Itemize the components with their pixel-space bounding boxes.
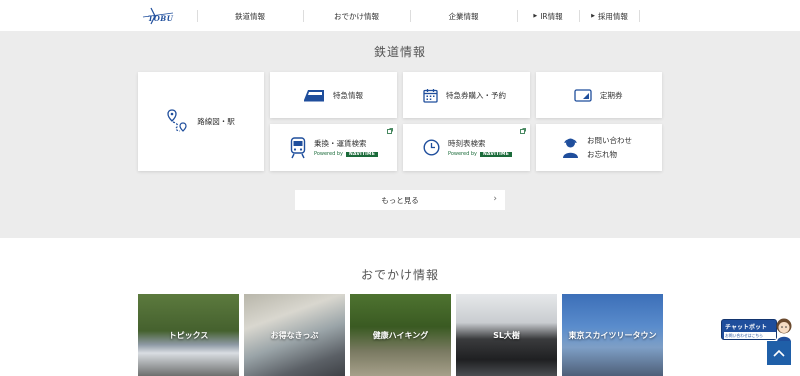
photo-card-skytree-town[interactable]: 東京スカイツリータウン: [562, 294, 663, 376]
navitime-credit: Powered by NAVITIME: [314, 151, 378, 157]
photo-caption: SL大樹: [493, 330, 520, 340]
site-header: TOBU 鉄道情報 おでかけ情報 企業情報 ▶ IR情報 ▶ 採用情報: [0, 0, 800, 31]
commuter-pass-card[interactable]: 定期券: [536, 72, 662, 118]
nav-corporate-label: 企業情報: [448, 11, 479, 21]
nav-railway-label: 鉄道情報: [235, 11, 265, 21]
logo-text: TOBU: [148, 14, 174, 23]
chatbot-button[interactable]: チャットボット お問い合わせはこちら: [721, 319, 777, 340]
photo-card-deals[interactable]: お得なきっぷ: [244, 294, 345, 376]
nav-ir[interactable]: ▶ IR情報: [517, 8, 579, 24]
triangle-right-icon: ▶: [533, 13, 538, 19]
tobu-logo[interactable]: TOBU: [141, 6, 175, 26]
chatbot-subtitle: お問い合わせはこちら: [724, 332, 776, 339]
limited-express-ticket-label: 特急券購入・予約: [446, 90, 506, 100]
railway-section-title: 鉄道情報: [373, 45, 426, 59]
more-button[interactable]: もっと見る ›: [295, 190, 505, 210]
nav-outing[interactable]: おでかけ情報: [303, 8, 410, 24]
photo-card-hiking[interactable]: 健康ハイキング: [350, 294, 451, 376]
nav-corporate[interactable]: 企業情報: [410, 8, 517, 24]
contact-card[interactable]: お問い合わせ お忘れ物: [536, 124, 662, 171]
back-to-top-button[interactable]: [767, 341, 791, 365]
route-map-icon: [167, 108, 189, 135]
commuter-pass-label: 定期券: [600, 90, 623, 100]
photo-caption: お得なきっぷ: [270, 330, 319, 340]
external-link-icon: [520, 128, 526, 134]
route-map-card[interactable]: 路線図・駅: [138, 72, 264, 171]
more-label: もっと見る: [381, 195, 419, 205]
contact-text: お問い合わせ お忘れ物: [587, 135, 632, 160]
nav-outing-label: おでかけ情報: [334, 11, 379, 21]
external-link-icon: [387, 128, 393, 134]
contact-label: お問い合わせ: [587, 136, 632, 145]
chevron-up-icon: [773, 349, 785, 357]
photo-card-sl-taiju[interactable]: SL大樹: [456, 294, 557, 376]
nav-recruit[interactable]: ▶ 採用情報: [579, 8, 640, 24]
transfer-search-card[interactable]: 乗換・運賃検索 Powered by NAVITIME: [270, 124, 397, 171]
lost-items-label: お忘れ物: [587, 150, 617, 159]
limited-express-ticket-card[interactable]: 特急券購入・予約: [403, 72, 530, 118]
transfer-search-label: 乗換・運賃検索: [314, 139, 367, 148]
nav-ir-label: IR情報: [540, 11, 563, 21]
photo-caption: 健康ハイキング: [372, 330, 429, 340]
operator-icon: [562, 137, 579, 159]
transfer-search-text: 乗換・運賃検索 Powered by NAVITIME: [314, 138, 378, 157]
pass-card-icon: [574, 88, 592, 102]
train-front-icon: [290, 136, 306, 159]
timetable-search-card[interactable]: 時刻表検索 Powered by NAVITIME: [403, 124, 530, 171]
photo-card-topics[interactable]: トピックス: [138, 294, 239, 376]
limited-express-label: 特急情報: [333, 90, 363, 100]
nav-recruit-label: 採用情報: [597, 11, 628, 21]
navitime-logo: NAVITIME: [479, 151, 512, 157]
triangle-right-icon: ▶: [591, 13, 595, 19]
chevron-right-icon: ›: [493, 194, 497, 204]
timetable-search-label: 時刻表検索: [448, 139, 486, 148]
navitime-credit: Powered by NAVITIME: [448, 151, 512, 157]
photo-caption: トピックス: [168, 330, 209, 340]
chatbot-title: チャットボット: [725, 324, 767, 331]
nav-railway[interactable]: 鉄道情報: [197, 8, 303, 24]
outing-section-title: おでかけ情報: [360, 268, 439, 282]
powered-by-label: Powered by: [314, 151, 343, 157]
powered-by-label: Powered by: [448, 151, 477, 157]
navitime-logo: NAVITIME: [345, 151, 378, 157]
photo-caption: 東京スカイツリータウン: [568, 330, 657, 340]
chatbot-widget[interactable]: チャットボット お問い合わせはこちら: [721, 317, 795, 342]
calendar-icon: [423, 88, 438, 103]
clock-icon: [423, 139, 440, 156]
timetable-search-text: 時刻表検索 Powered by NAVITIME: [448, 138, 512, 157]
route-map-label: 路線図・駅: [197, 117, 235, 126]
chatbot-mascot-icon: [776, 318, 792, 342]
express-train-icon: [303, 88, 325, 102]
limited-express-card[interactable]: 特急情報: [270, 72, 397, 118]
